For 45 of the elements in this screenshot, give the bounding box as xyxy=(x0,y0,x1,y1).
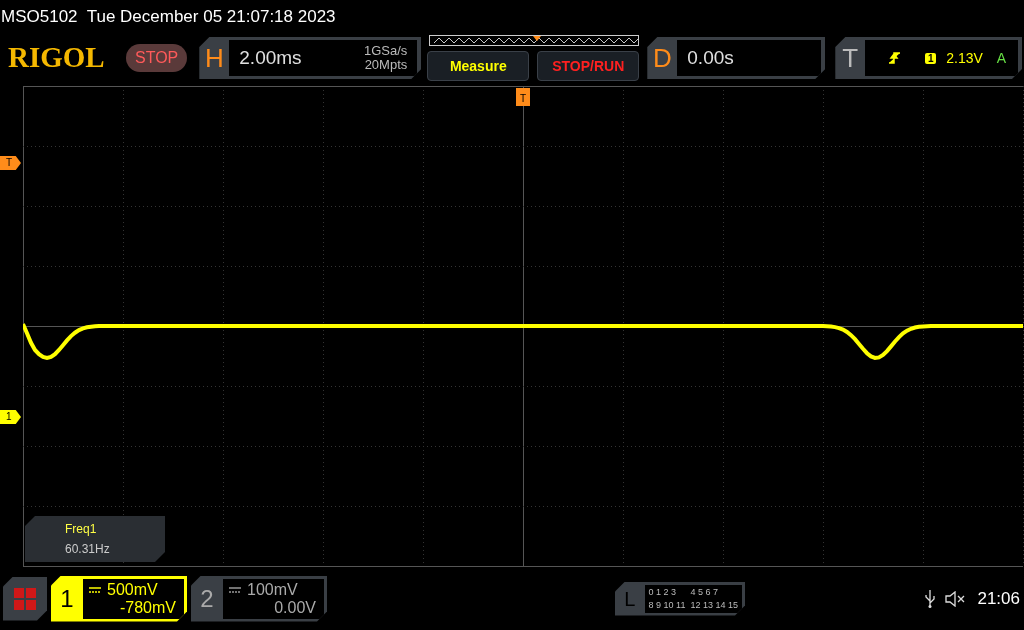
channel-number: 1 xyxy=(59,583,75,614)
memory-depth: 20Mpts xyxy=(364,58,408,72)
horizontal-label: H xyxy=(203,41,225,75)
trigger-panel[interactable]: T 1 2.13V A xyxy=(835,37,1022,79)
trigger-source-badge: 1 xyxy=(925,52,937,64)
dc-coupling-icon xyxy=(89,586,101,593)
channel-marker: 1 xyxy=(0,410,21,424)
logic-panel[interactable]: L 0 1 2 3 4 5 6 7 8 9 10 11 12 13 14 15 xyxy=(615,581,745,616)
horizontal-panel[interactable]: H 2.00ms 1GSa/s 20Mpts xyxy=(199,37,422,79)
trigger-level: 2.13V xyxy=(946,48,983,68)
logic-channel-numbers: 12 13 14 15 xyxy=(690,598,738,612)
rising-edge-icon xyxy=(889,52,902,64)
channel-number: 2 xyxy=(199,583,215,614)
delay-panel[interactable]: D 0.00s xyxy=(647,37,826,79)
trigger-label: T xyxy=(841,41,860,75)
header-title: MSO5102 Tue December 05 21:07:18 2023 xyxy=(1,5,336,28)
measurement-value: 60.31Hz xyxy=(65,541,111,558)
logo: RIGOL xyxy=(8,40,106,76)
delay-value: 0.00s xyxy=(687,45,734,70)
logic-channel-numbers: 4 5 6 7 xyxy=(690,585,719,599)
logic-channel-numbers: 0 1 2 3 xyxy=(648,585,678,599)
delay-label: D xyxy=(651,41,673,75)
dc-coupling-icon xyxy=(229,586,241,593)
logic-label: L xyxy=(623,586,637,612)
measurement-name: Freq1 xyxy=(65,521,98,538)
channel-offset: -780mV xyxy=(119,598,176,617)
channel-panel[interactable]: 2 100mV 0.00V xyxy=(191,575,327,622)
channel-scale: 500mV xyxy=(107,580,158,599)
trigger-position-marker: T xyxy=(516,88,530,106)
channel-offset: 0.00V xyxy=(274,598,316,617)
run-state-badge: STOP xyxy=(126,44,188,72)
clock: 21:06 xyxy=(977,587,1020,610)
menu-button[interactable] xyxy=(3,576,47,621)
grid-icon xyxy=(14,587,36,610)
sample-rate: 1GSa/s xyxy=(363,44,408,58)
trigger-mode: A xyxy=(996,48,1006,68)
memory-position-icon xyxy=(429,35,640,47)
trigger-level-marker: T xyxy=(0,156,21,170)
logic-channel-numbers: 8 9 10 11 xyxy=(648,598,686,612)
timebase-value: 2.00ms xyxy=(239,45,303,70)
soft-button[interactable]: STOP/RUN xyxy=(537,51,640,81)
channel-scale: 100mV xyxy=(247,580,298,599)
channel-panel[interactable]: 1 500mV -780mV xyxy=(51,575,187,622)
usb-icon xyxy=(925,589,936,608)
soft-button[interactable]: Measure xyxy=(427,51,530,81)
